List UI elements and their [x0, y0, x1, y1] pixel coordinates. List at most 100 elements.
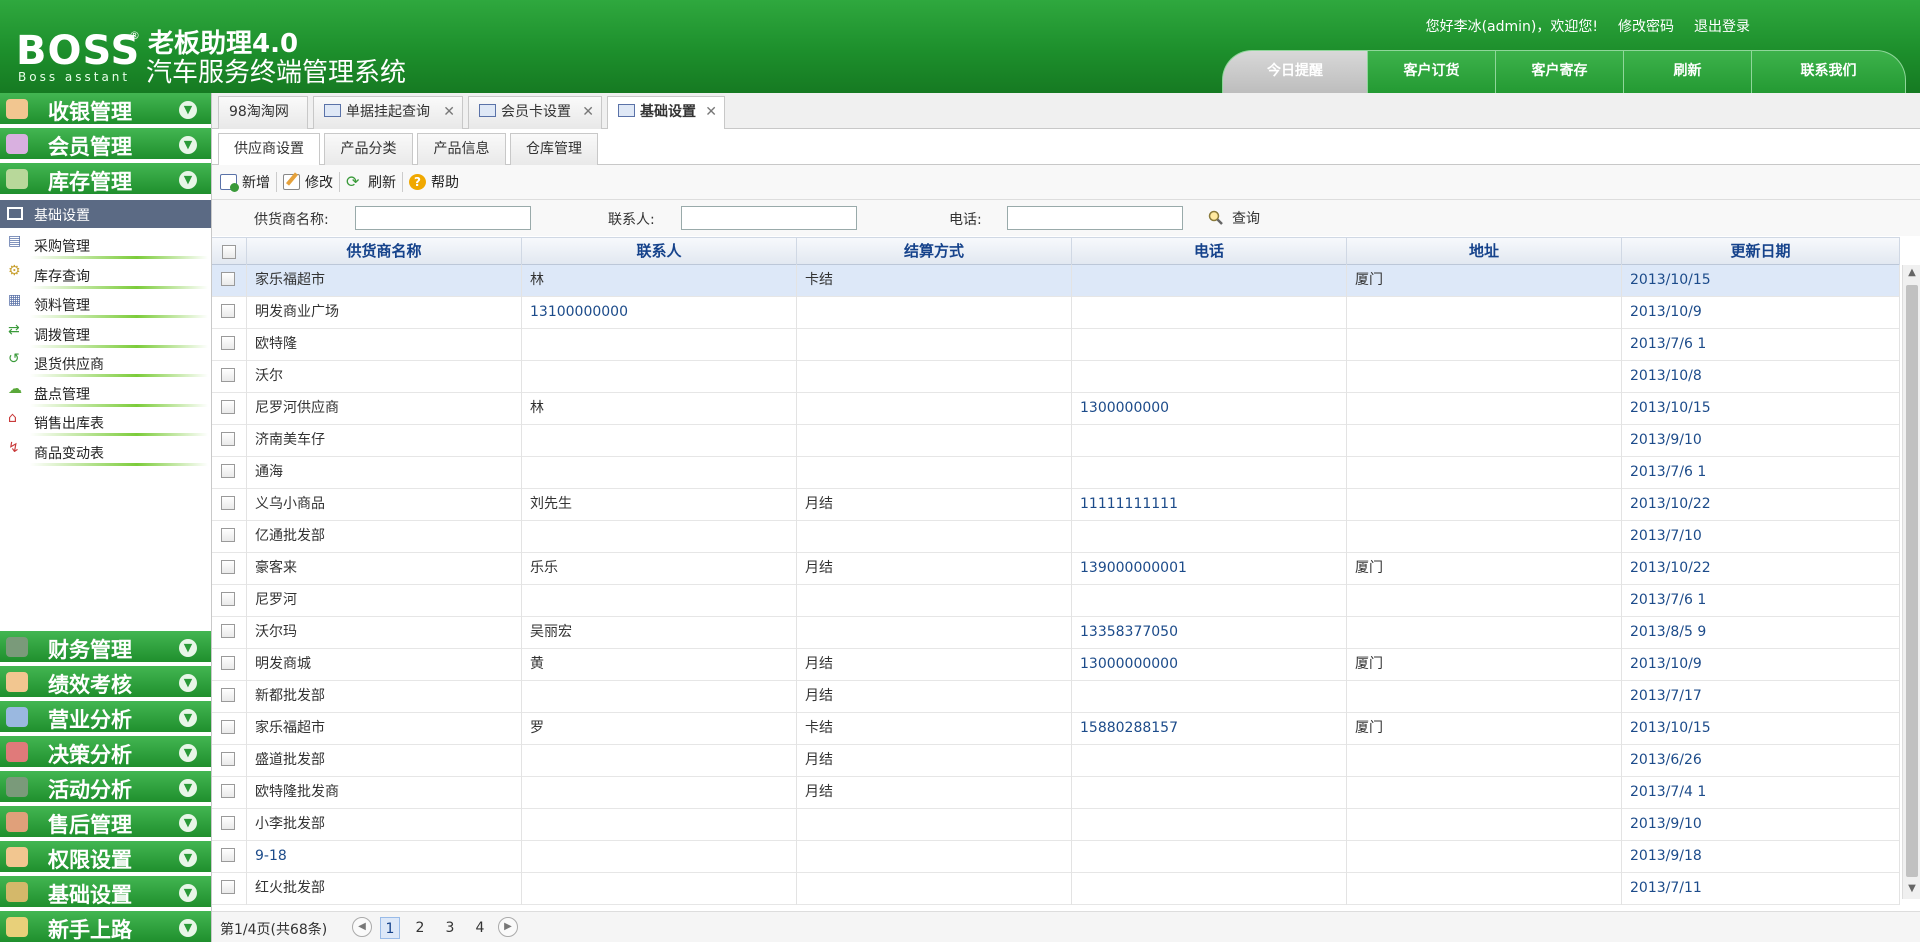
- sidebar-item-product-change[interactable]: ↯ 商品变动表: [0, 437, 211, 466]
- table-row[interactable]: 尼罗河供应商林 1300000000 2013/10/15: [212, 393, 1900, 425]
- menu-performance[interactable]: 绩效考核 ▼: [0, 666, 211, 699]
- row-checkbox-cell[interactable]: [212, 393, 247, 425]
- checkbox[interactable]: [221, 528, 235, 542]
- checkbox[interactable]: [221, 560, 235, 574]
- page-number[interactable]: 3: [440, 917, 460, 939]
- table-row[interactable]: 通海 2013/7/6 1: [212, 457, 1900, 489]
- checkbox[interactable]: [221, 720, 235, 734]
- table-row[interactable]: 盛道批发部 月结 2013/6/26: [212, 745, 1900, 777]
- table-row[interactable]: 尼罗河 2013/7/6 1: [212, 585, 1900, 617]
- nav-customer-storage[interactable]: 客户寄存: [1495, 50, 1623, 93]
- row-checkbox-cell[interactable]: [212, 617, 247, 649]
- column-header[interactable]: 结算方式: [797, 238, 1072, 266]
- table-row[interactable]: 明发商城黄月结 13000000000 厦门 2013/10/9: [212, 649, 1900, 681]
- prev-page-icon[interactable]: ◀: [352, 917, 372, 937]
- checkbox[interactable]: [221, 784, 235, 798]
- scroll-down-arrow-icon[interactable]: ▼: [1906, 883, 1918, 897]
- nav-refresh[interactable]: 刷新: [1623, 50, 1751, 93]
- table-row[interactable]: 小李批发部 2013/9/10: [212, 809, 1900, 841]
- checkbox[interactable]: [221, 752, 235, 766]
- checkbox[interactable]: [221, 656, 235, 670]
- row-checkbox-cell[interactable]: [212, 265, 247, 297]
- table-row[interactable]: 红火批发部 2013/7/11: [212, 873, 1900, 905]
- sidebar-item-return[interactable]: ↺ 退货供应商: [0, 348, 211, 377]
- menu-business-analysis[interactable]: 营业分析 ▼: [0, 701, 211, 734]
- menu-permission[interactable]: 权限设置 ▼: [0, 841, 211, 874]
- table-row[interactable]: 家乐福超市罗卡结 15880288157 厦门 2013/10/15: [212, 713, 1900, 745]
- edit-button[interactable]: 修改: [283, 172, 340, 192]
- row-checkbox-cell[interactable]: [212, 585, 247, 617]
- table-row[interactable]: 新都批发部 月结 2013/7/17: [212, 681, 1900, 713]
- checkbox[interactable]: [221, 336, 235, 350]
- scrollbar-thumb[interactable]: [1906, 285, 1918, 877]
- menu-cashier[interactable]: 收银管理 ▼: [0, 93, 211, 126]
- checkbox[interactable]: [221, 592, 235, 606]
- table-row[interactable]: 济南美车仔 2013/9/10: [212, 425, 1900, 457]
- page-number[interactable]: 2: [410, 917, 430, 939]
- table-row[interactable]: 义乌小商品 刘先生 月结 11111111111 2013/10/22: [212, 489, 1900, 521]
- subtab-1[interactable]: 产品分类: [324, 133, 413, 165]
- sidebar-item-inventory-query[interactable]: ⚙ 库存查询: [0, 260, 211, 289]
- contact-input[interactable]: [681, 206, 857, 230]
- table-row[interactable]: 沃尔玛 吴丽宏 13358377050 2013/8/5 9: [212, 617, 1900, 649]
- checkbox[interactable]: [221, 688, 235, 702]
- query-button[interactable]: 查询: [1208, 208, 1260, 228]
- close-icon[interactable]: ✕: [705, 97, 717, 127]
- logout-link[interactable]: 退出登录: [1694, 16, 1750, 36]
- sidebar-item-transfer[interactable]: ⇄ 调拨管理: [0, 319, 211, 348]
- sidebar-item-requisition[interactable]: ▦ 领料管理: [0, 289, 211, 318]
- next-page-icon[interactable]: ▶: [498, 917, 518, 937]
- sidebar-item-purchase[interactable]: ▤ 采购管理: [0, 230, 211, 259]
- row-checkbox-cell[interactable]: [212, 873, 247, 905]
- checkbox[interactable]: [221, 432, 235, 446]
- column-header[interactable]: 供货商名称: [247, 238, 522, 266]
- row-checkbox-cell[interactable]: [212, 841, 247, 873]
- tab-3[interactable]: 基础设置 ✕: [607, 96, 725, 130]
- supplier-name-input[interactable]: [355, 206, 531, 230]
- row-checkbox-cell[interactable]: [212, 681, 247, 713]
- menu-decision-analysis[interactable]: 决策分析 ▼: [0, 736, 211, 769]
- checkbox[interactable]: [221, 400, 235, 414]
- row-checkbox-cell[interactable]: [212, 489, 247, 521]
- checkbox[interactable]: [221, 624, 235, 638]
- menu-member[interactable]: 会员管理 ▼: [0, 128, 211, 161]
- subtab-0[interactable]: 供应商设置: [218, 133, 320, 166]
- checkbox[interactable]: [221, 368, 235, 382]
- sidebar-item-stocktake[interactable]: ☁ 盘点管理: [0, 378, 211, 407]
- table-row[interactable]: 豪客来 乐乐 月结 139000000001 厦门 2013/10/22: [212, 553, 1900, 585]
- refresh-button[interactable]: ⟳ 刷新: [346, 172, 403, 192]
- nav-contact-us[interactable]: 联系我们: [1751, 50, 1906, 93]
- column-header[interactable]: 地址: [1347, 238, 1622, 266]
- checkbox[interactable]: [221, 496, 235, 510]
- menu-basic-settings[interactable]: 基础设置 ▼: [0, 876, 211, 909]
- add-button[interactable]: 新增: [220, 172, 277, 192]
- checkbox[interactable]: [222, 244, 236, 259]
- table-row[interactable]: 欧特隆 2013/7/6 1: [212, 329, 1900, 361]
- close-icon[interactable]: ✕: [582, 97, 594, 127]
- table-row[interactable]: 明发商业广场 13100000000 2013/10/9: [212, 297, 1900, 329]
- tab-0[interactable]: 98淘淘网: [218, 96, 308, 129]
- row-checkbox-cell[interactable]: [212, 297, 247, 329]
- change-password-link[interactable]: 修改密码: [1618, 16, 1674, 36]
- menu-activity-analysis[interactable]: 活动分析 ▼: [0, 771, 211, 804]
- row-checkbox-cell[interactable]: [212, 329, 247, 361]
- checkbox[interactable]: [221, 464, 235, 478]
- nav-customer-order[interactable]: 客户订货: [1367, 50, 1495, 93]
- row-checkbox-cell[interactable]: [212, 809, 247, 841]
- row-checkbox-cell[interactable]: [212, 425, 247, 457]
- checkbox[interactable]: [221, 272, 235, 286]
- table-row[interactable]: 亿通批发部 2013/7/10: [212, 521, 1900, 553]
- scroll-up-arrow-icon[interactable]: ▲: [1906, 267, 1918, 281]
- close-icon[interactable]: ✕: [443, 97, 455, 127]
- column-header[interactable]: 联系人: [522, 238, 797, 266]
- page-number[interactable]: 4: [470, 917, 490, 939]
- sidebar-item-sales-out[interactable]: ⌂ 销售出库表: [0, 407, 211, 436]
- page-number[interactable]: 1: [380, 917, 400, 939]
- checkbox[interactable]: [221, 816, 235, 830]
- tab-2[interactable]: 会员卡设置 ✕: [468, 96, 602, 129]
- checkbox[interactable]: [221, 880, 235, 894]
- column-header[interactable]: 电话: [1072, 238, 1347, 266]
- table-row[interactable]: 家乐福超市林卡结 厦门 2013/10/15: [212, 265, 1900, 297]
- menu-beginner[interactable]: 新手上路 ▼: [0, 911, 211, 942]
- sidebar-item-basic-settings[interactable]: 基础设置: [0, 200, 211, 228]
